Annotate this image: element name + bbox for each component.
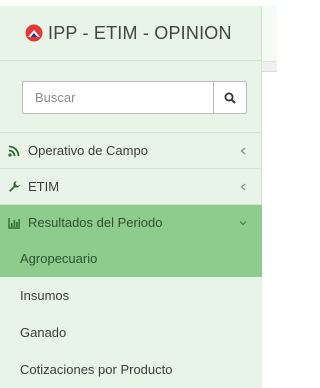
wrench-icon xyxy=(8,180,24,194)
sidebar-item-label: Operativo de Campo xyxy=(28,143,148,158)
submenu-resultados: Agropecuario xyxy=(0,240,262,277)
app-title: IPP - ETIM - OPINION xyxy=(48,22,232,43)
sidebar-item-etim[interactable]: ETIM xyxy=(0,168,262,204)
logo-icon xyxy=(25,24,43,42)
submenu-item-cotizaciones-por-producto[interactable]: Cotizaciones por Producto xyxy=(0,351,262,388)
sidebar-item-label: ETIM xyxy=(28,179,60,194)
search-input[interactable] xyxy=(23,82,213,113)
submenu-item-insumos[interactable]: Insumos xyxy=(0,277,262,314)
chevron-left-icon xyxy=(238,146,248,156)
main-toolbar-edge xyxy=(262,62,277,72)
sidebar-menu: Operativo de Campo ETIM Resultados del P… xyxy=(0,132,262,388)
sidebar-item-operativo-de-campo[interactable]: Operativo de Campo xyxy=(0,132,262,168)
rss-icon xyxy=(8,144,24,158)
sidebar-item-resultados-del-periodo[interactable]: Resultados del Periodo xyxy=(0,204,262,240)
search-button[interactable] xyxy=(213,82,246,113)
sidebar-item-label: Resultados del Periodo xyxy=(28,215,163,230)
bar-chart-icon xyxy=(8,216,24,230)
sidebar-search xyxy=(22,81,247,114)
main-header-edge xyxy=(262,6,277,62)
brand-header[interactable]: IPP - ETIM - OPINION xyxy=(0,6,262,61)
main-content-edge xyxy=(262,6,277,388)
search-icon xyxy=(224,92,236,104)
chevron-left-icon xyxy=(238,182,248,192)
chevron-down-icon xyxy=(238,218,248,228)
sidebar: IPP - ETIM - OPINION Operativo de Campo xyxy=(0,6,262,388)
submenu-item-ganado[interactable]: Ganado xyxy=(0,314,262,351)
submenu-item-agropecuario[interactable]: Agropecuario xyxy=(0,240,262,277)
submenu-resultados-rest: Insumos Ganado Cotizaciones por Producto xyxy=(0,277,262,388)
